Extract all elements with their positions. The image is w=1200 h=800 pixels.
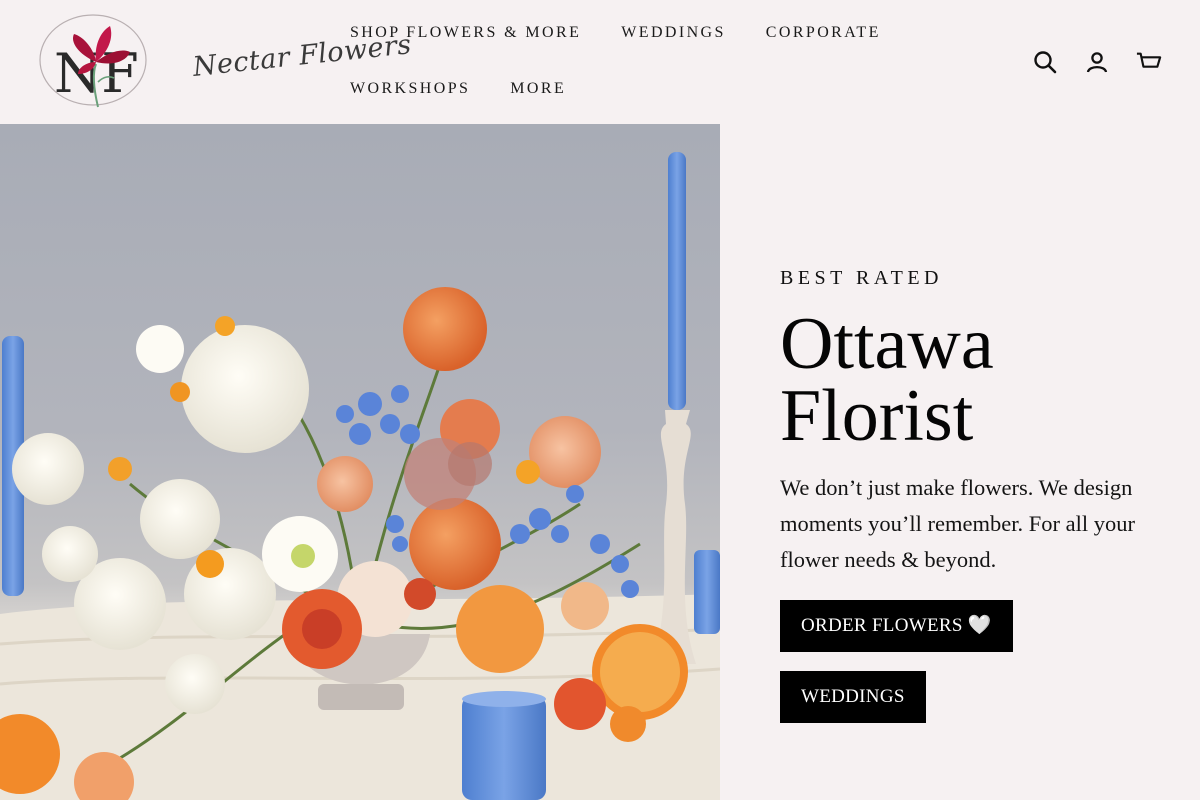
account-icon [1086,52,1108,73]
nav-item-weddings[interactable]: WEDDINGS [621,20,726,48]
cart-icon [1136,52,1162,68]
account-button[interactable] [1084,48,1110,76]
header-actions [1032,48,1162,76]
nav-item-more[interactable]: MORE [510,76,566,104]
nav-item-workshops[interactable]: WORKSHOPS [350,76,470,104]
site-header: NF Nectar Flowers SHOP FLOWERS & MORE WE… [0,0,1200,124]
order-flowers-button[interactable]: ORDER FLOWERS 🤍 [780,600,1013,652]
cart-button[interactable] [1136,48,1162,76]
search-icon [1034,51,1057,74]
nav-item-corporate[interactable]: CORPORATE [766,20,881,48]
nav-row-primary: SHOP FLOWERS & MORE WEDDINGS CORPORATE [350,20,970,48]
hero-headline: Ottawa Florist [780,303,994,457]
nav-item-shop-flowers[interactable]: SHOP FLOWERS & MORE [350,20,581,48]
flower-arrangement-illustration [0,152,720,800]
hero-subtext: We don’t just make flowers. We design mo… [780,475,1135,572]
hero-flower-image [0,124,720,800]
logo-monogram-icon: NF [39,14,147,108]
main-navigation: SHOP FLOWERS & MORE WEDDINGS CORPORATE W… [350,20,970,132]
search-button[interactable] [1032,48,1058,76]
hero-content: BEST RATED Ottawa Florist We don’t just … [780,262,1160,723]
brand-logo[interactable]: NF Nectar Flowers [38,12,413,112]
weddings-button[interactable]: WEDDINGS [780,671,926,723]
hero-eyebrow: BEST RATED [780,267,943,289]
nav-row-secondary: WORKSHOPS MORE [350,76,970,104]
